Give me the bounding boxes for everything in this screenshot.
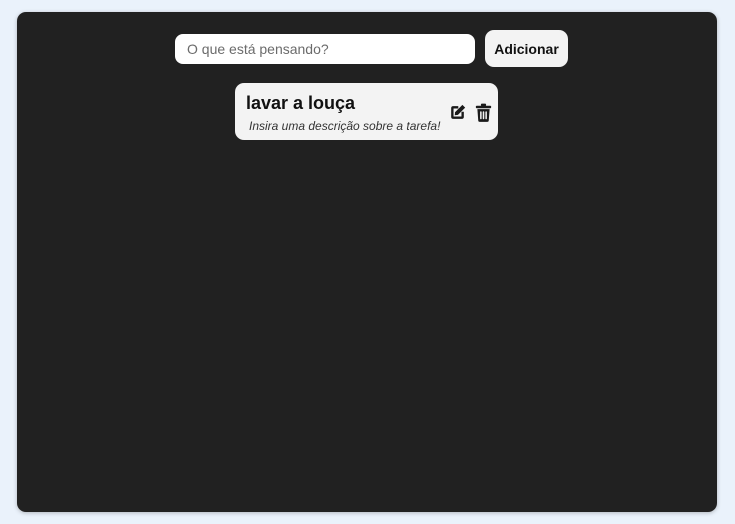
add-button[interactable]: Adicionar <box>485 30 568 67</box>
task-actions <box>448 103 493 122</box>
task-form: Adicionar <box>175 30 568 67</box>
edit-icon[interactable] <box>448 103 467 122</box>
app-panel: Adicionar lavar a louça Insira uma descr… <box>17 12 717 512</box>
trash-icon[interactable] <box>474 103 493 122</box>
task-input[interactable] <box>175 33 475 64</box>
task-card: lavar a louça Insira uma descrição sobre… <box>235 83 498 140</box>
